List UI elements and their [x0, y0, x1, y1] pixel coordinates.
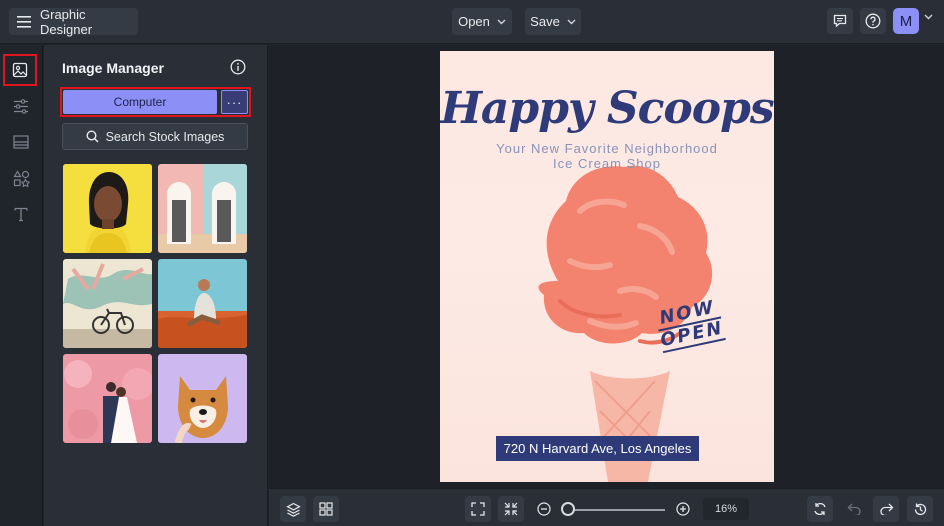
undo-button[interactable] — [841, 496, 867, 522]
help-button[interactable] — [860, 8, 886, 34]
zoom-slider-track[interactable] — [565, 509, 665, 511]
poster-title[interactable]: Happy Scoops — [440, 83, 774, 134]
image-thumbnail[interactable] — [158, 259, 247, 348]
expand-icon — [471, 502, 485, 516]
more-upload-options-button[interactable]: ··· — [221, 90, 248, 114]
refresh-icon — [813, 502, 827, 516]
image-thumbnail[interactable] — [63, 354, 152, 443]
poster-subtitle-line-1[interactable]: Your New Favorite Neighborhood — [440, 141, 774, 156]
chevron-down-icon — [567, 19, 576, 25]
rail-item-text[interactable] — [8, 201, 34, 227]
poster-address[interactable]: 720 N Harvard Ave, Los Angeles — [496, 436, 699, 461]
search-stock-label: Search Stock Images — [105, 129, 225, 144]
rail-item-adjustments[interactable] — [8, 93, 34, 119]
refresh-button[interactable] — [807, 496, 833, 522]
poster-artboard[interactable]: Happy Scoops Your New Favorite Neighborh… — [440, 51, 774, 482]
bottom-toolbar: 16% — [269, 488, 944, 526]
grid-icon — [319, 502, 333, 516]
avatar[interactable]: M — [893, 8, 919, 34]
layers-button[interactable] — [280, 496, 306, 522]
chevron-down-icon — [497, 19, 506, 25]
info-icon[interactable] — [230, 59, 246, 75]
image-thumbnail[interactable] — [158, 354, 247, 443]
help-icon — [865, 13, 881, 29]
zoom-level[interactable]: 16% — [703, 498, 749, 520]
rail-item-graphics[interactable] — [8, 165, 34, 191]
tool-rail — [0, 45, 43, 526]
doors-building-image — [158, 164, 247, 253]
image-manager-panel: Image Manager Computer ··· Search Stock … — [44, 45, 268, 526]
upload-computer-button[interactable]: Computer — [63, 90, 217, 114]
bicycle-mural-image — [63, 259, 152, 348]
redo-icon — [879, 503, 894, 515]
collapse-icon — [504, 502, 518, 516]
top-bar: Graphic Designer Open Save M — [0, 0, 944, 44]
open-button[interactable]: Open — [452, 8, 512, 35]
chevron-down-icon[interactable] — [924, 14, 933, 20]
app-menu-button[interactable]: Graphic Designer — [9, 6, 138, 37]
comment-icon — [833, 14, 847, 28]
desert-man-image — [158, 259, 247, 348]
zoom-slider-handle[interactable] — [561, 502, 575, 516]
app-title: Graphic Designer — [40, 6, 93, 37]
fit-to-screen-button[interactable] — [465, 496, 491, 522]
image-thumbnail[interactable] — [63, 259, 152, 348]
zoom-in-icon[interactable] — [676, 502, 690, 516]
image-thumbnail[interactable] — [63, 164, 152, 253]
hamburger-icon — [17, 15, 31, 28]
rail-item-image-manager[interactable] — [3, 54, 37, 86]
layers-icon — [285, 502, 301, 517]
layout-icon — [13, 135, 29, 149]
save-label: Save — [530, 14, 560, 29]
text-icon — [13, 206, 29, 222]
history-button[interactable] — [907, 496, 933, 522]
feedback-button[interactable] — [827, 8, 853, 34]
poster-subtitle-line-2[interactable]: Ice Cream Shop — [440, 156, 774, 171]
shiba-dog-image — [158, 354, 247, 443]
zoom-out-icon[interactable] — [537, 502, 551, 516]
rail-item-layouts[interactable] — [8, 129, 34, 155]
wedding-couple-image — [63, 354, 152, 443]
history-icon — [913, 502, 928, 517]
save-button[interactable]: Save — [525, 8, 581, 35]
sliders-icon — [13, 98, 29, 114]
actual-size-button[interactable] — [498, 496, 524, 522]
grid-button[interactable] — [313, 496, 339, 522]
canvas-area: Happy Scoops Your New Favorite Neighborh… — [269, 45, 944, 488]
image-thumbnail[interactable] — [158, 164, 247, 253]
undo-icon — [847, 503, 862, 515]
search-icon — [86, 130, 99, 143]
portrait-woman-image — [63, 164, 152, 253]
panel-title: Image Manager — [62, 60, 164, 76]
open-label: Open — [458, 14, 490, 29]
redo-button[interactable] — [873, 496, 899, 522]
search-stock-images-button[interactable]: Search Stock Images — [62, 123, 248, 150]
shapes-icon — [12, 169, 30, 187]
image-icon — [12, 62, 28, 78]
